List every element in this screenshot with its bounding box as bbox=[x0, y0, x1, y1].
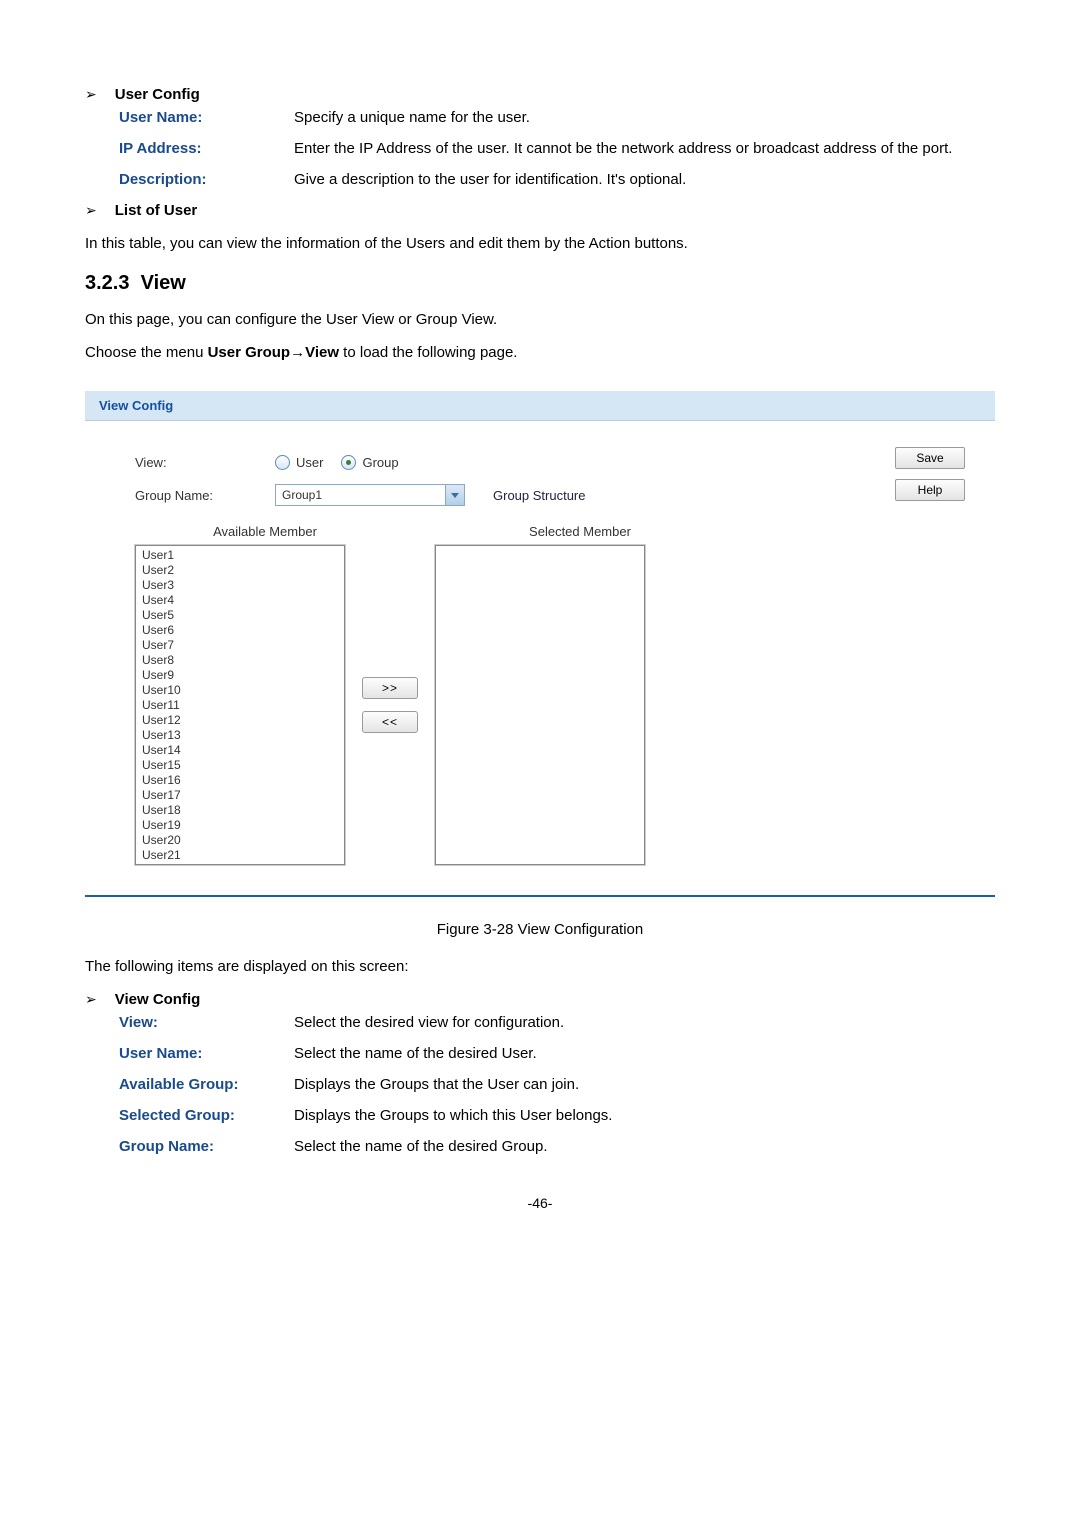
list-item[interactable]: User10 bbox=[142, 683, 338, 698]
def-label-group-name: Group Name: bbox=[119, 1138, 294, 1155]
document-page: ➢ User Config User Name: Specify a uniqu… bbox=[0, 0, 1080, 1251]
def-row: Selected Group: Displays the Groups to w… bbox=[119, 1107, 995, 1124]
def-label-ipaddress: IP Address: bbox=[119, 140, 294, 157]
view-config-defs: View: Select the desired view for config… bbox=[119, 1014, 995, 1155]
move-buttons: >> << bbox=[345, 545, 435, 865]
action-buttons: Save Help bbox=[855, 441, 965, 865]
view-label: View: bbox=[135, 455, 275, 470]
def-value: Specify a unique name for the user. bbox=[294, 109, 995, 126]
def-value: Select the name of the desired User. bbox=[294, 1045, 995, 1062]
list-of-user-heading: ➢ List of User bbox=[85, 202, 995, 219]
list-item[interactable]: User16 bbox=[142, 773, 338, 788]
list-item[interactable]: User19 bbox=[142, 818, 338, 833]
radio-user[interactable]: User bbox=[275, 455, 323, 470]
user-config-defs: User Name: Specify a unique name for the… bbox=[119, 109, 995, 188]
radio-icon bbox=[275, 455, 290, 470]
list-item[interactable]: User18 bbox=[142, 803, 338, 818]
list-item[interactable]: User8 bbox=[142, 653, 338, 668]
available-member-list[interactable]: User1User2User3User4User5User6User7User8… bbox=[135, 545, 345, 865]
heading-text: View Config bbox=[115, 991, 201, 1008]
divider bbox=[85, 895, 995, 897]
intro-prefix: Choose the menu bbox=[85, 344, 208, 361]
group-name-row: Group Name: Group1 Group Structure bbox=[135, 484, 855, 506]
list-item[interactable]: User11 bbox=[142, 698, 338, 713]
def-row: View: Select the desired view for config… bbox=[119, 1014, 995, 1031]
def-row: Description: Give a description to the u… bbox=[119, 171, 995, 188]
def-row: User Name: Specify a unique name for the… bbox=[119, 109, 995, 126]
page-number: -46- bbox=[85, 1195, 995, 1211]
def-row: Group Name: Select the name of the desir… bbox=[119, 1138, 995, 1155]
selected-header: Selected Member bbox=[455, 524, 705, 539]
list-item[interactable]: User6 bbox=[142, 623, 338, 638]
def-value: Displays the Groups to which this User b… bbox=[294, 1107, 995, 1124]
def-row: Available Group: Displays the Groups tha… bbox=[119, 1076, 995, 1093]
list-item[interactable]: User9 bbox=[142, 668, 338, 683]
menu-path: User Group→View bbox=[208, 344, 339, 361]
group-name-label: Group Name: bbox=[135, 488, 275, 503]
heading-text: List of User bbox=[115, 202, 198, 219]
def-label-username: User Name: bbox=[119, 109, 294, 126]
bullet-icon: ➢ bbox=[85, 991, 97, 1008]
select-value: Group1 bbox=[282, 488, 322, 502]
panel-body: View: User Group Group Name: Group1 bbox=[85, 421, 995, 885]
def-label-selected-group: Selected Group: bbox=[119, 1107, 294, 1124]
view-config-heading: ➢ View Config bbox=[85, 991, 995, 1008]
group-structure-link[interactable]: Group Structure bbox=[493, 488, 586, 503]
list-item[interactable]: User20 bbox=[142, 833, 338, 848]
def-row: IP Address: Enter the IP Address of the … bbox=[119, 140, 995, 157]
chevron-down-icon bbox=[445, 485, 464, 505]
list-item[interactable]: User7 bbox=[142, 638, 338, 653]
move-left-button[interactable]: << bbox=[362, 711, 418, 733]
def-row: User Name: Select the name of the desire… bbox=[119, 1045, 995, 1062]
def-label-available-group: Available Group: bbox=[119, 1076, 294, 1093]
list-item[interactable]: User13 bbox=[142, 728, 338, 743]
list-of-user-para: In this table, you can view the informat… bbox=[85, 235, 995, 252]
radio-group-label: Group bbox=[362, 455, 398, 470]
save-button[interactable]: Save bbox=[895, 447, 965, 469]
def-label-username: User Name: bbox=[119, 1045, 294, 1062]
def-label-view: View: bbox=[119, 1014, 294, 1031]
available-header: Available Member bbox=[135, 524, 395, 539]
list-item[interactable]: User4 bbox=[142, 593, 338, 608]
selected-member-list[interactable] bbox=[435, 545, 645, 865]
list-item[interactable]: User12 bbox=[142, 713, 338, 728]
heading-title: View bbox=[141, 272, 186, 294]
def-value: Enter the IP Address of the user. It can… bbox=[294, 140, 995, 157]
list-item[interactable]: User2 bbox=[142, 563, 338, 578]
figure-caption: Figure 3-28 View Configuration bbox=[85, 921, 995, 938]
group-name-select[interactable]: Group1 bbox=[275, 484, 465, 506]
intro-suffix: to load the following page. bbox=[339, 344, 517, 361]
def-value: Select the desired view for configuratio… bbox=[294, 1014, 995, 1031]
list-headers: Available Member Selected Member bbox=[135, 524, 855, 539]
radio-icon bbox=[341, 455, 356, 470]
radio-group[interactable]: Group bbox=[341, 455, 398, 470]
user-config-heading: ➢ User Config bbox=[85, 86, 995, 103]
def-value: Give a description to the user for ident… bbox=[294, 171, 995, 188]
list-item[interactable]: User1 bbox=[142, 548, 338, 563]
radio-user-label: User bbox=[296, 455, 323, 470]
def-label-description: Description: bbox=[119, 171, 294, 188]
def-value: Select the name of the desired Group. bbox=[294, 1138, 995, 1155]
list-item[interactable]: User21 bbox=[142, 848, 338, 863]
def-value: Displays the Groups that the User can jo… bbox=[294, 1076, 995, 1093]
section-3-2-3-heading: 3.2.3 View bbox=[85, 272, 995, 295]
move-right-button[interactable]: >> bbox=[362, 677, 418, 699]
help-button[interactable]: Help bbox=[895, 479, 965, 501]
list-item[interactable]: User17 bbox=[142, 788, 338, 803]
heading-number: 3.2.3 bbox=[85, 272, 129, 294]
list-item[interactable]: User15 bbox=[142, 758, 338, 773]
list-item[interactable]: User5 bbox=[142, 608, 338, 623]
panel-title: View Config bbox=[85, 391, 995, 421]
list-item[interactable]: User14 bbox=[142, 743, 338, 758]
after-figure-para: The following items are displayed on thi… bbox=[85, 958, 995, 975]
bullet-icon: ➢ bbox=[85, 202, 97, 219]
view-row: View: User Group bbox=[135, 455, 855, 470]
list-item[interactable]: User3 bbox=[142, 578, 338, 593]
bullet-icon: ➢ bbox=[85, 86, 97, 103]
intro-2: Choose the menu User Group→View to load … bbox=[85, 344, 995, 361]
intro-1: On this page, you can configure the User… bbox=[85, 311, 995, 328]
heading-text: User Config bbox=[115, 86, 200, 103]
view-config-screenshot: View Config View: User Group Group Name: bbox=[85, 391, 995, 897]
list-row: User1User2User3User4User5User6User7User8… bbox=[135, 545, 855, 865]
